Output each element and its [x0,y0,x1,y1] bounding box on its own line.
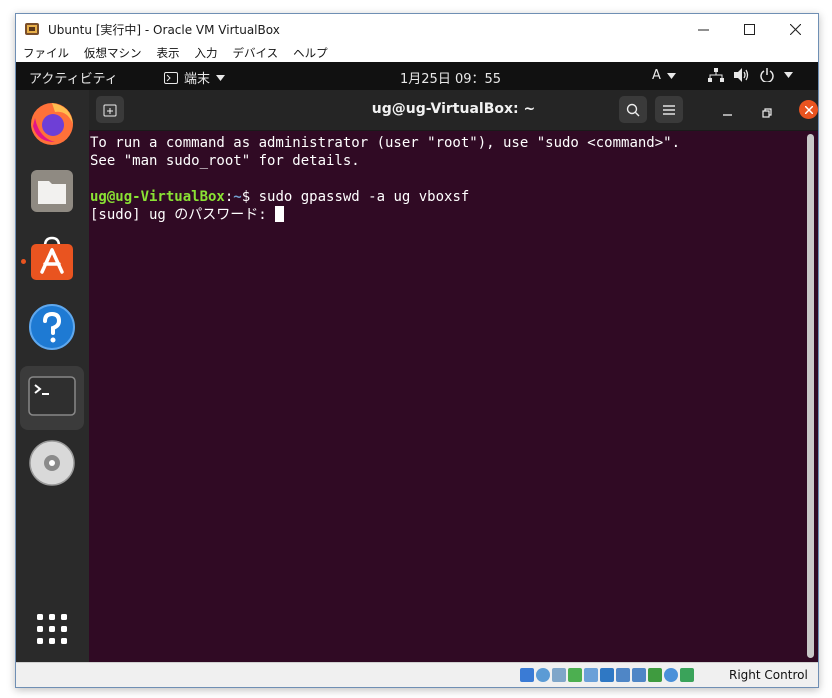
cpu-icon[interactable] [648,668,662,682]
prompt-user: ug@ug-VirtualBox [90,189,225,205]
search-icon [626,103,640,116]
terminal-title: ug@ug-VirtualBox: ~ [371,101,536,117]
usb-icon[interactable] [584,668,598,682]
sudo-password-line: [sudo] ug のパスワード: [90,206,285,224]
terminal-close-button[interactable] [799,100,818,119]
virtualbox-window: Ubuntu [実行中] - Oracle VM VirtualBox ファイル… [15,13,819,688]
hamburger-icon [663,104,675,115]
input-method-indicator[interactable]: A [652,68,676,83]
volume-icon [734,68,749,82]
restore-icon [762,108,772,118]
keyboard-capture-icon[interactable] [680,668,694,682]
window-title: Ubuntu [実行中] - Oracle VM VirtualBox [48,23,280,37]
sudo-prompt: [sudo] ug のパスワード: [90,207,276,223]
video-capture-icon[interactable] [632,668,646,682]
dock-ubuntu-software[interactable] [27,234,77,284]
search-button[interactable] [619,96,647,123]
output-line: See "man sudo_root" for details. [90,153,360,169]
window-titlebar[interactable]: Ubuntu [実行中] - Oracle VM VirtualBox [16,14,818,44]
prompt-end: $ [241,189,259,205]
menu-input[interactable]: 入力 [188,44,226,62]
running-indicator [21,259,26,264]
close-button[interactable] [772,14,818,44]
dock-terminal[interactable] [20,366,84,430]
terminal-minimize-button[interactable] [723,103,733,122]
dvd-icon [29,440,75,486]
dock-dvd[interactable] [27,438,77,488]
mouse-integration-icon[interactable] [664,668,678,682]
prompt-path: ~ [233,189,242,205]
menu-bar: ファイル 仮想マシン 表示 入力 デバイス ヘルプ [16,44,818,63]
menu-help[interactable]: ヘルプ [286,44,336,62]
terminal-icon [28,376,76,416]
activities-button[interactable]: アクティビティ [29,68,118,87]
guest-screen: アクティビティ 端末 1月25日 09：55 A ug@ug-VirtualBo… [16,62,818,662]
hamburger-menu-button[interactable] [655,96,683,123]
minimize-icon [697,29,709,30]
clock[interactable]: 1月25日 09：55 [400,68,501,87]
power-icon [760,68,774,82]
chevron-down-icon [216,74,226,81]
close-icon [789,23,801,35]
display-icon[interactable] [616,668,630,682]
minimize-button[interactable] [680,14,726,44]
dock-firefox[interactable] [27,98,77,148]
dock-help[interactable] [27,302,77,352]
terminal-output[interactable]: To run a command as administrator (user … [89,131,805,662]
gnome-top-bar: アクティビティ 端末 1月25日 09：55 A [16,62,818,90]
chevron-down-icon [666,72,676,79]
firefox-icon [31,103,73,145]
system-tray[interactable] [708,68,793,82]
vbox-status-bar: Right Control [16,662,818,687]
optical-drive-icon[interactable] [536,668,550,682]
maximize-icon [743,23,755,35]
input-method-label: A [652,68,661,83]
shared-folders-icon[interactable] [600,668,614,682]
dock-files[interactable] [27,166,77,216]
apps-grid-icon [37,614,67,644]
chevron-down-icon [784,72,793,78]
output-line: To run a command as administrator (user … [90,135,681,151]
app-menu[interactable]: 端末 [164,68,226,87]
help-icon [29,304,75,350]
hard-disk-icon[interactable] [520,668,534,682]
menu-file[interactable]: ファイル [16,44,77,62]
files-icon [31,170,73,212]
minimize-icon [723,114,732,116]
ubuntu-software-icon [31,236,73,280]
audio-icon[interactable] [552,668,566,682]
device-indicators [520,668,694,682]
text-cursor [275,206,285,222]
host-key-label: Right Control [729,668,808,682]
terminal-scrollbar[interactable] [807,134,814,658]
terminal-small-icon [164,71,178,84]
virtualbox-app-icon [25,23,39,35]
menu-view[interactable]: 表示 [150,44,188,62]
menu-machine[interactable]: 仮想マシン [77,44,150,62]
network-icon[interactable] [568,668,582,682]
close-icon [804,105,813,114]
maximize-button[interactable] [726,14,772,44]
terminal-headerbar[interactable]: ug@ug-VirtualBox: ~ [89,90,818,131]
ubuntu-dock [16,90,89,662]
app-menu-label: 端末 [184,72,211,87]
menu-devices[interactable]: デバイス [226,44,287,62]
terminal-window: ug@ug-VirtualBox: ~ To run a command as … [89,90,818,662]
network-wired-icon [708,68,724,82]
show-applications-button[interactable] [27,604,77,654]
command-text: sudo gpasswd -a ug vboxsf [258,189,470,205]
prompt-line: ug@ug-VirtualBox:~$ sudo gpasswd -a ug v… [90,188,469,206]
terminal-restore-button[interactable] [762,103,772,122]
